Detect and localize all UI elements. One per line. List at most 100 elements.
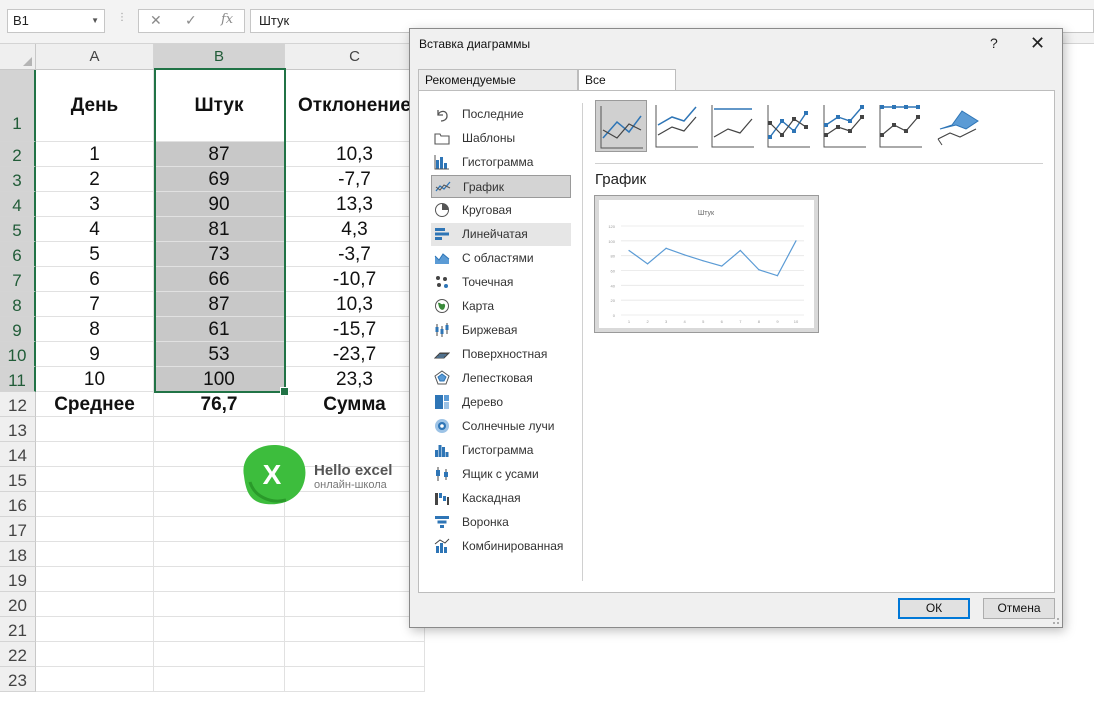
cell-header-c[interactable]: Отклонение: [285, 70, 425, 142]
row-header-12[interactable]: 12: [0, 392, 36, 417]
chart-subtype-stacked-line[interactable]: [651, 100, 703, 152]
cell-c10[interactable]: -23,7: [285, 342, 425, 367]
insert-function-icon[interactable]: fx: [221, 12, 233, 27]
select-all-button[interactable]: [0, 44, 36, 70]
cell-c11[interactable]: 23,3: [285, 367, 425, 392]
name-box[interactable]: B1 ▼: [7, 9, 105, 33]
cell-empty[interactable]: [154, 517, 285, 542]
chart-type-item[interactable]: Биржевая: [431, 319, 571, 342]
cell-c3[interactable]: -7,7: [285, 167, 425, 192]
row-header-13[interactable]: 13: [0, 417, 36, 442]
cell-empty[interactable]: [36, 517, 154, 542]
row-header-19[interactable]: 19: [0, 567, 36, 592]
cell-c6[interactable]: -3,7: [285, 242, 425, 267]
cell-a11[interactable]: 10: [36, 367, 154, 392]
cell-empty[interactable]: [36, 567, 154, 592]
cell-empty[interactable]: [154, 592, 285, 617]
column-header-a[interactable]: A: [36, 44, 154, 70]
chart-subtype-100-stacked-line-markers[interactable]: [875, 100, 927, 152]
cell-a2[interactable]: 1: [36, 142, 154, 167]
cell-b9[interactable]: 61: [154, 317, 285, 342]
cell-a8[interactable]: 7: [36, 292, 154, 317]
cell-empty[interactable]: [285, 642, 425, 667]
cell-b11[interactable]: 100: [154, 367, 285, 392]
row-header-21[interactable]: 21: [0, 617, 36, 642]
cell-header-b[interactable]: Штук: [154, 70, 285, 142]
cell-empty[interactable]: [154, 617, 285, 642]
chart-type-item[interactable]: Лепестковая: [431, 367, 571, 390]
chart-type-item[interactable]: Последние: [431, 103, 571, 126]
chart-subtype-100-stacked-line[interactable]: [707, 100, 759, 152]
cell-c7[interactable]: -10,7: [285, 267, 425, 292]
row-header-10[interactable]: 10: [0, 342, 36, 367]
row-header-20[interactable]: 20: [0, 592, 36, 617]
chart-type-item[interactable]: Точечная: [431, 271, 571, 294]
cell-empty[interactable]: [285, 667, 425, 692]
tab-recommended-charts[interactable]: Рекомендуемые диаграммы: [418, 69, 578, 107]
chart-type-item[interactable]: Комбинированная: [431, 535, 571, 558]
cell-empty[interactable]: [154, 667, 285, 692]
ok-button[interactable]: ОК: [898, 598, 970, 619]
cell-a7[interactable]: 6: [36, 267, 154, 292]
row-header-18[interactable]: 18: [0, 542, 36, 567]
chevron-down-icon[interactable]: ▼: [91, 10, 99, 32]
row-header-15[interactable]: 15: [0, 467, 36, 492]
cancel-button[interactable]: Отмена: [983, 598, 1055, 619]
cell-empty[interactable]: [285, 617, 425, 642]
cell-footer-c[interactable]: Сумма: [285, 392, 425, 417]
row-header-7[interactable]: 7: [0, 267, 36, 292]
chart-type-item[interactable]: График: [431, 175, 571, 198]
row-header-11[interactable]: 11: [0, 367, 36, 392]
cell-c2[interactable]: 10,3: [285, 142, 425, 167]
chart-subtype-line-markers[interactable]: [763, 100, 815, 152]
chart-type-item[interactable]: Каскадная: [431, 487, 571, 510]
help-icon[interactable]: ?: [990, 35, 998, 51]
chart-type-item[interactable]: Круговая: [431, 199, 571, 222]
row-header-9[interactable]: 9: [0, 317, 36, 342]
cell-c9[interactable]: -15,7: [285, 317, 425, 342]
chart-type-item[interactable]: Гистограмма: [431, 439, 571, 462]
cell-empty[interactable]: [285, 517, 425, 542]
column-header-b[interactable]: B: [154, 44, 285, 70]
cell-empty[interactable]: [36, 617, 154, 642]
chart-type-item[interactable]: Гистограмма: [431, 151, 571, 174]
resize-grip-icon[interactable]: [1050, 615, 1060, 625]
chart-type-item[interactable]: Карта: [431, 295, 571, 318]
cell-empty[interactable]: [36, 542, 154, 567]
cell-empty[interactable]: [36, 467, 154, 492]
cell-empty[interactable]: [36, 592, 154, 617]
chart-type-item[interactable]: Шаблоны: [431, 127, 571, 150]
cancel-icon[interactable]: ✕: [150, 12, 162, 29]
row-header-23[interactable]: 23: [0, 667, 36, 692]
cell-empty[interactable]: [285, 542, 425, 567]
cell-empty[interactable]: [36, 417, 154, 442]
cell-b5[interactable]: 81: [154, 217, 285, 242]
chart-type-item[interactable]: Воронка: [431, 511, 571, 534]
chart-type-item[interactable]: Дерево: [431, 391, 571, 414]
chart-type-item[interactable]: С областями: [431, 247, 571, 270]
cell-a9[interactable]: 8: [36, 317, 154, 342]
cell-c5[interactable]: 4,3: [285, 217, 425, 242]
cell-footer-b[interactable]: 76,7: [154, 392, 285, 417]
row-header-5[interactable]: 5: [0, 217, 36, 242]
cell-empty[interactable]: [36, 492, 154, 517]
cell-b4[interactable]: 90: [154, 192, 285, 217]
cell-c8[interactable]: 10,3: [285, 292, 425, 317]
cell-header-a[interactable]: День: [36, 70, 154, 142]
chart-subtype-stacked-line-markers[interactable]: [819, 100, 871, 152]
cell-empty[interactable]: [154, 642, 285, 667]
cell-empty[interactable]: [154, 567, 285, 592]
cell-a3[interactable]: 2: [36, 167, 154, 192]
cell-c4[interactable]: 13,3: [285, 192, 425, 217]
cell-a6[interactable]: 5: [36, 242, 154, 267]
chart-preview[interactable]: Штук 120 100 80 60 40 20 0 1 2 3 4 5 6 7 8 9 10: [594, 195, 819, 333]
row-header-1[interactable]: 1: [0, 70, 36, 142]
row-header-4[interactable]: 4: [0, 192, 36, 217]
chart-type-item[interactable]: Линейчатая: [431, 223, 571, 246]
cell-a10[interactable]: 9: [36, 342, 154, 367]
close-icon[interactable]: ✕: [1030, 33, 1045, 54]
tab-all-charts[interactable]: Все диаграммы: [578, 69, 676, 107]
chart-subtype-line[interactable]: [595, 100, 647, 152]
cell-b2[interactable]: 87: [154, 142, 285, 167]
cell-empty[interactable]: [36, 667, 154, 692]
